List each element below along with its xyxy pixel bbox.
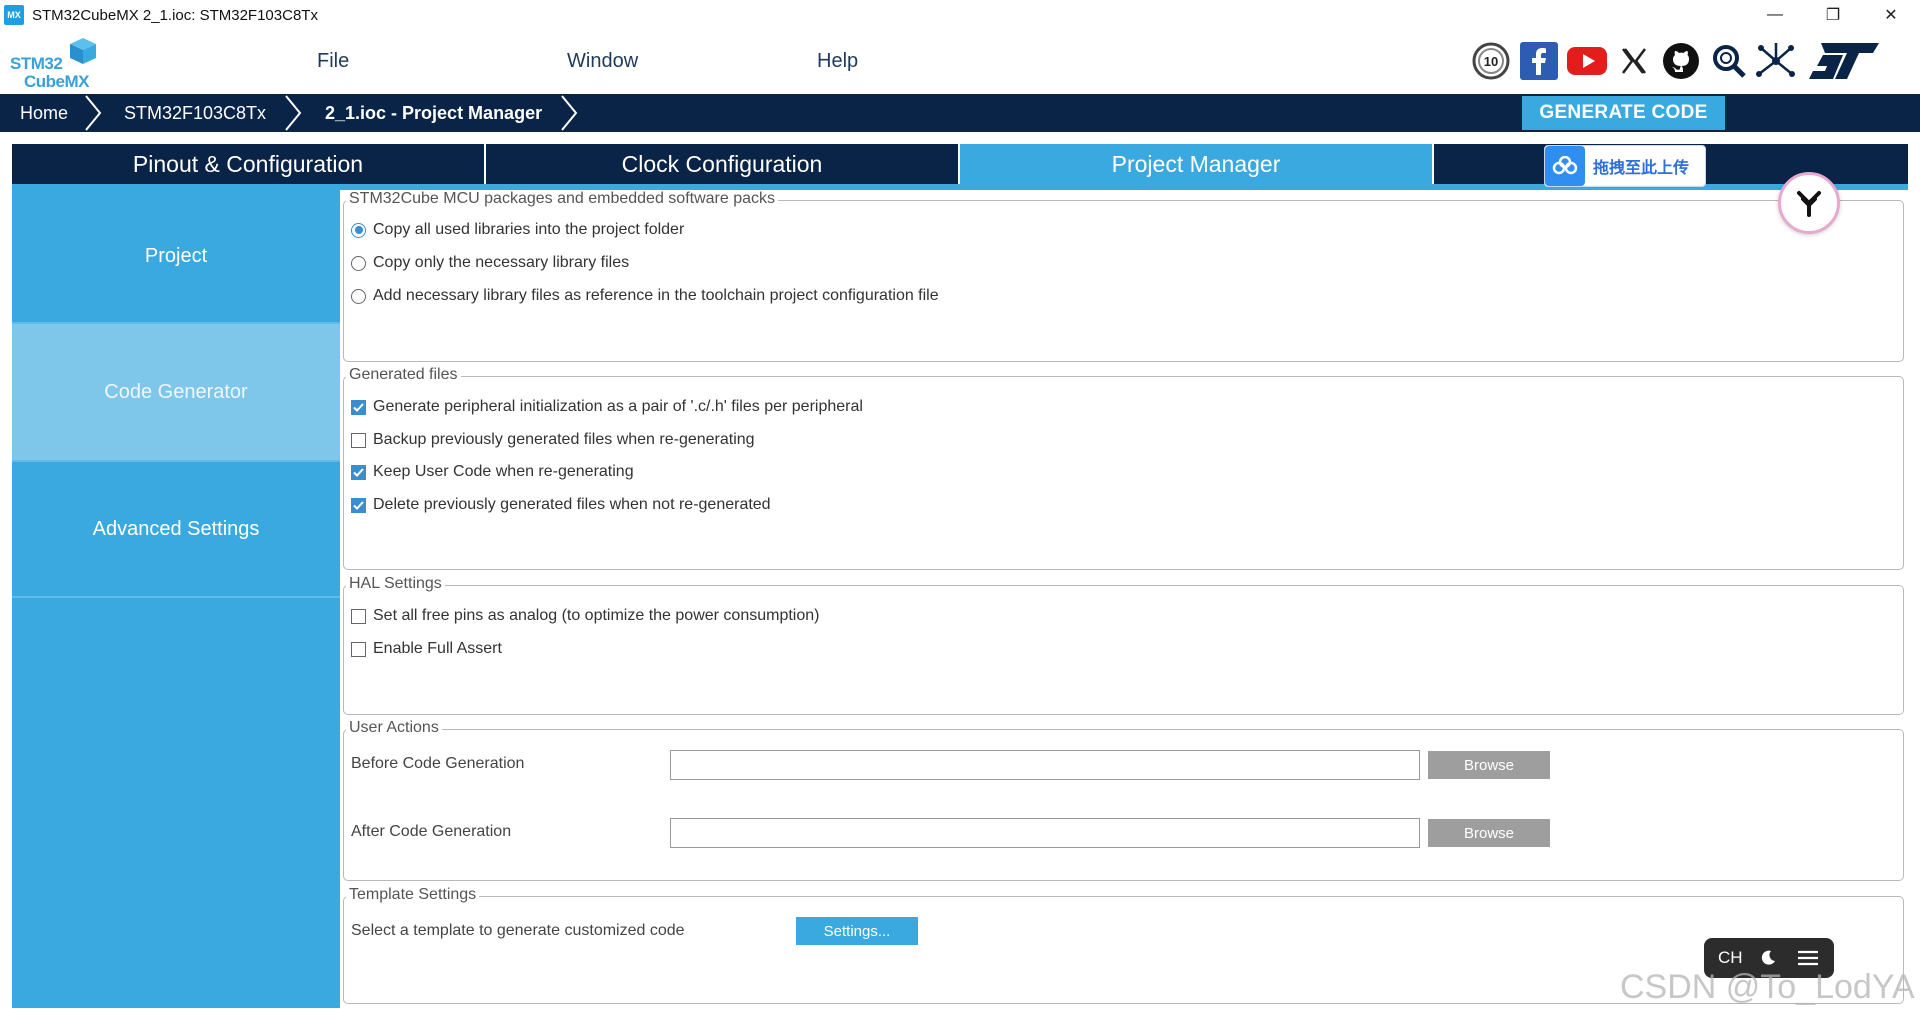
ime-language[interactable]: CH bbox=[1718, 948, 1743, 968]
title-bar: MX STM32CubeMX 2_1.ioc: STM32F103C8Tx — … bbox=[0, 0, 1920, 30]
template-settings-group-title: Template Settings bbox=[346, 886, 480, 904]
app-icon: MX bbox=[4, 5, 24, 25]
stm32cubemx-logo: STM32 CubeMX bbox=[10, 36, 100, 91]
tab-project-manager[interactable]: Project Manager bbox=[960, 144, 1434, 184]
youtube-icon[interactable] bbox=[1565, 38, 1609, 84]
menu-window[interactable]: Window bbox=[567, 50, 638, 73]
packages-group-title: STM32Cube MCU packages and embedded soft… bbox=[346, 190, 778, 208]
menu-help[interactable]: Help bbox=[817, 50, 858, 73]
upload-chip-label: 拖拽至此上传 bbox=[1593, 160, 1690, 177]
checkbox-label: Generate peripheral initialization as a … bbox=[373, 398, 863, 415]
chevron-right-icon bbox=[285, 95, 302, 131]
breadcrumb-mcu[interactable]: STM32F103C8Tx bbox=[124, 94, 266, 132]
checkbox-label: Backup previously generated files when r… bbox=[373, 431, 755, 448]
radio-add-reference[interactable]: Add necessary library files as reference… bbox=[351, 287, 939, 305]
menu-file[interactable]: File bbox=[317, 50, 349, 73]
minimize-button[interactable]: — bbox=[1746, 0, 1804, 30]
radio-button[interactable] bbox=[351, 255, 366, 271]
logo-line1: STM32 bbox=[10, 54, 63, 73]
checkbox-pair-files[interactable]: Generate peripheral initialization as a … bbox=[351, 398, 863, 416]
browse-before-button[interactable]: Browse bbox=[1428, 751, 1550, 779]
breadcrumb-project[interactable]: 2_1.ioc - Project Manager bbox=[325, 94, 542, 132]
chevron-right-icon bbox=[85, 95, 102, 131]
checkbox-delete-previous[interactable]: Delete previously generated files when n… bbox=[351, 496, 771, 514]
checkbox[interactable] bbox=[351, 432, 366, 448]
x-icon[interactable] bbox=[1614, 38, 1654, 84]
generated-files-group-title: Generated files bbox=[346, 366, 461, 384]
window-controls: — ❐ ✕ bbox=[1746, 0, 1920, 30]
network-icon[interactable] bbox=[1754, 38, 1798, 84]
sidebar-item-project[interactable]: Project bbox=[12, 190, 340, 322]
checkbox-label: Delete previously generated files when n… bbox=[373, 496, 771, 513]
radio-label: Copy all used libraries into the project… bbox=[373, 221, 685, 238]
watermark: CSDN @To_LodYA bbox=[1620, 968, 1915, 1006]
menu-icon[interactable] bbox=[1797, 949, 1819, 967]
svg-text:10: 10 bbox=[1484, 54, 1498, 69]
template-label: Select a template to generate customized… bbox=[351, 922, 685, 939]
checkbox-label: Keep User Code when re-generating bbox=[373, 463, 634, 480]
tab-pinout-configuration[interactable]: Pinout & Configuration bbox=[12, 144, 486, 184]
radio-button[interactable] bbox=[351, 288, 366, 304]
checkbox-backup[interactable]: Backup previously generated files when r… bbox=[351, 431, 755, 449]
checkbox[interactable] bbox=[351, 464, 366, 480]
logo-line2: CubeMX bbox=[24, 72, 90, 91]
radio-copy-necessary[interactable]: Copy only the necessary library files bbox=[351, 254, 629, 272]
checkbox[interactable] bbox=[351, 399, 366, 415]
hal-settings-group bbox=[343, 585, 1904, 715]
chevron-right-icon bbox=[561, 95, 578, 131]
checkbox-label: Enable Full Assert bbox=[373, 640, 502, 657]
radio-label: Copy only the necessary library files bbox=[373, 254, 630, 271]
breadcrumb-home[interactable]: Home bbox=[20, 94, 68, 132]
after-generation-label: After Code Generation bbox=[351, 823, 512, 840]
sidebar-divider bbox=[12, 596, 340, 598]
close-button[interactable]: ✕ bbox=[1862, 0, 1920, 30]
github-icon[interactable] bbox=[1660, 38, 1702, 84]
before-generation-label: Before Code Generation bbox=[351, 755, 525, 772]
after-generation-input[interactable] bbox=[670, 818, 1420, 848]
template-settings-button[interactable]: Settings... bbox=[796, 917, 918, 945]
checkbox[interactable] bbox=[351, 641, 366, 657]
hal-settings-group-title: HAL Settings bbox=[346, 575, 445, 593]
radio-copy-all[interactable]: Copy all used libraries into the project… bbox=[351, 221, 684, 239]
cloud-upload-icon bbox=[1545, 146, 1585, 186]
upload-drop-chip[interactable]: 拖拽至此上传 bbox=[1544, 145, 1706, 187]
radio-button[interactable] bbox=[351, 222, 366, 238]
checkbox-keep-user-code[interactable]: Keep User Code when re-generating bbox=[351, 463, 634, 481]
restore-button[interactable]: ❐ bbox=[1804, 0, 1862, 30]
checkbox[interactable] bbox=[351, 497, 366, 513]
before-generation-input[interactable] bbox=[670, 750, 1420, 780]
generate-code-button[interactable]: GENERATE CODE bbox=[1522, 96, 1725, 130]
checkbox-full-assert[interactable]: Enable Full Assert bbox=[351, 640, 502, 658]
tab-clock-configuration[interactable]: Clock Configuration bbox=[486, 144, 960, 184]
menu-bar: STM32 CubeMX File Window Help 10 bbox=[0, 30, 1920, 94]
facebook-icon[interactable] bbox=[1518, 38, 1560, 84]
checkbox[interactable] bbox=[351, 608, 366, 624]
checkbox-label: Set all free pins as analog (to optimize… bbox=[373, 607, 820, 624]
anniversary-10-icon[interactable]: 10 bbox=[1470, 38, 1512, 84]
radio-label: Add necessary library files as reference… bbox=[373, 287, 939, 304]
window-title: STM32CubeMX 2_1.ioc: STM32F103C8Tx bbox=[32, 6, 318, 24]
browse-after-button[interactable]: Browse bbox=[1428, 819, 1550, 847]
moon-icon[interactable] bbox=[1759, 949, 1777, 967]
st-logo-icon[interactable] bbox=[1806, 38, 1882, 84]
sidebar-item-code-generator[interactable]: Code Generator bbox=[12, 324, 340, 460]
sidebar-item-advanced-settings[interactable]: Advanced Settings bbox=[12, 462, 340, 596]
sidebar: Project Code Generator Advanced Settings bbox=[12, 190, 340, 1008]
floating-assistant-icon[interactable] bbox=[1778, 172, 1840, 234]
user-actions-group-title: User Actions bbox=[346, 719, 442, 737]
search-community-icon[interactable] bbox=[1708, 38, 1750, 84]
cube-icon bbox=[70, 38, 96, 64]
checkbox-free-pins-analog[interactable]: Set all free pins as analog (to optimize… bbox=[351, 607, 819, 625]
